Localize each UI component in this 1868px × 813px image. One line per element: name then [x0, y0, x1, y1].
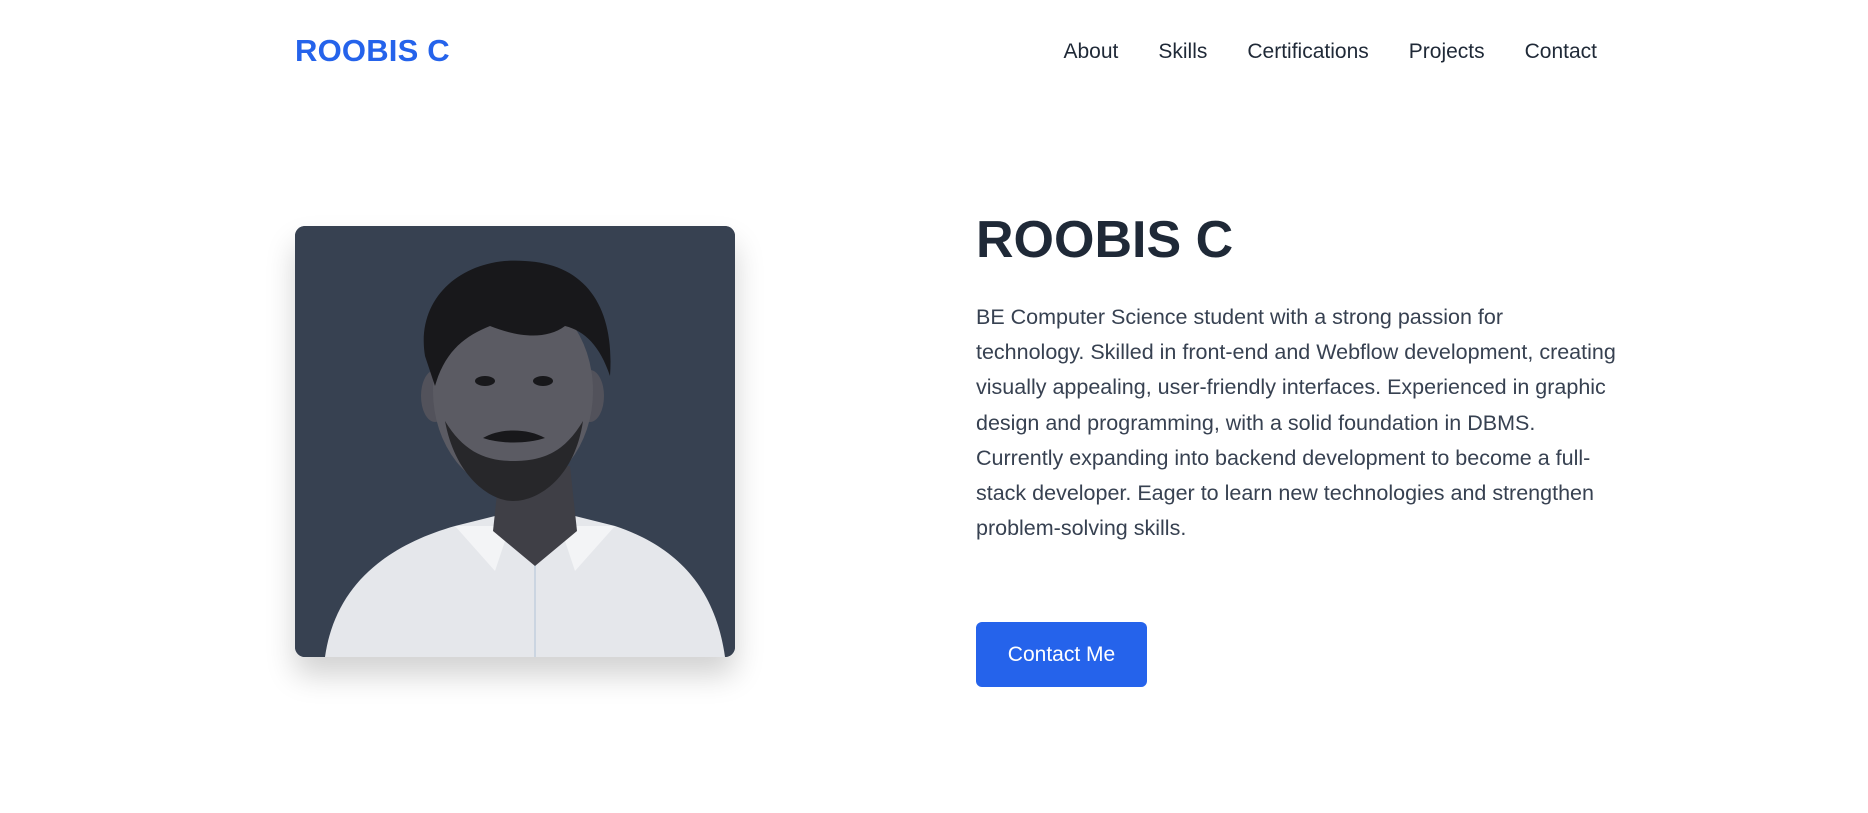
nav-links: About Skills Certifications Projects Con…: [1063, 40, 1597, 64]
profile-photo-icon: [295, 226, 735, 657]
nav-link-certifications[interactable]: Certifications: [1247, 40, 1368, 64]
navbar: ROOBIS C About Skills Certifications Pro…: [0, 0, 1868, 106]
nav-link-projects[interactable]: Projects: [1409, 40, 1485, 64]
contact-me-button[interactable]: Contact Me: [976, 622, 1147, 687]
hero-section: ROOBIS C BE Computer Science student wit…: [0, 106, 1868, 813]
hero-title: ROOBIS C: [976, 211, 1234, 269]
nav-link-skills[interactable]: Skills: [1158, 40, 1207, 64]
profile-photo: [295, 226, 735, 657]
hero-description: BE Computer Science student with a stron…: [976, 305, 1616, 541]
brand-logo[interactable]: ROOBIS C: [295, 33, 450, 69]
nav-link-contact[interactable]: Contact: [1525, 40, 1597, 64]
nav-link-about[interactable]: About: [1063, 40, 1118, 64]
